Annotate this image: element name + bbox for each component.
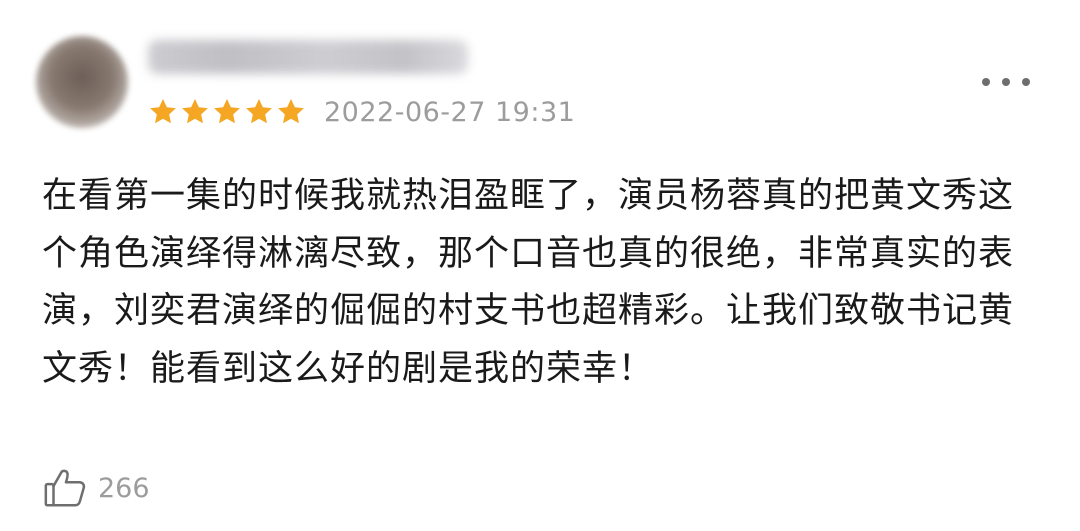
review-text: 在看第一集的时候我就热泪盈眶了，演员杨蓉真的把黄文秀这个角色演绎得淋漓尽致，那个…	[42, 176, 1015, 389]
star-icon	[182, 99, 208, 124]
star-icon	[278, 99, 304, 124]
review-meta: 2022-06-27 19:31	[148, 94, 575, 130]
more-options-icon	[1002, 78, 1010, 86]
star-icon	[214, 99, 240, 124]
like-button[interactable]: 266	[42, 464, 150, 512]
review-card: 2022-06-27 19:31 在看第一集的时候我就热泪盈眶了，演员杨蓉真的把…	[0, 0, 1080, 531]
review-timestamp: 2022-06-27 19:31	[324, 96, 576, 128]
star-rating	[148, 97, 306, 127]
star-icon	[150, 99, 176, 124]
more-options-icon	[982, 78, 990, 86]
more-options-icon	[1022, 78, 1030, 86]
more-options-button[interactable]	[982, 70, 1030, 94]
avatar[interactable]	[36, 36, 128, 128]
star-icon	[246, 99, 272, 124]
thumbs-up-icon	[44, 469, 86, 507]
username-blurred[interactable]	[148, 40, 468, 74]
like-count: 266	[98, 472, 150, 504]
